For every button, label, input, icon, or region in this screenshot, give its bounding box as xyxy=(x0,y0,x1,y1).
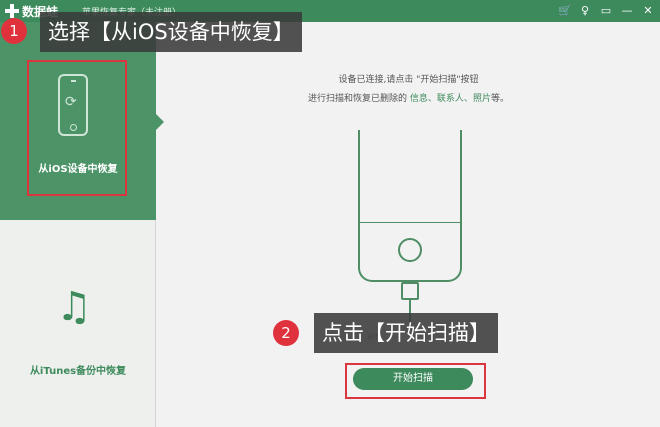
link-photos[interactable]: 照片 xyxy=(473,94,491,104)
music-note-icon: ♫ xyxy=(56,284,92,330)
window-controls: 🛒 ♀ ▭ — ✕ xyxy=(558,4,654,18)
app-logo-icon xyxy=(4,3,20,19)
step-1-callout: 选择【从iOS设备中恢复】 xyxy=(40,12,302,52)
step-2-callout: 点击【开始扫描】 xyxy=(314,313,498,353)
info-text: 进行扫描和恢复已删除的 xyxy=(308,94,410,104)
link-messages[interactable]: 信息、 xyxy=(410,94,437,104)
cart-icon[interactable]: 🛒 xyxy=(558,4,572,18)
close-icon[interactable]: ✕ xyxy=(642,4,654,18)
status-message: 设备已连接,请点击 "开始扫描"按钮 xyxy=(338,75,479,85)
info-message: 进行扫描和恢复已删除的 信息、联系人、照片等。 xyxy=(157,91,660,104)
cable-connector-icon xyxy=(401,282,419,300)
key-icon[interactable]: ♀ xyxy=(579,4,591,18)
app-window: 数据蛙 苹果恢复专家（未注册） 🛒 ♀ ▭ — ✕ ⟳ 从iOS设备中恢复 ♫ … xyxy=(0,0,660,427)
highlight-box-scan-button xyxy=(345,363,486,399)
info-text-suffix: 等。 xyxy=(490,94,509,104)
step-2-badge: 2 xyxy=(273,320,299,346)
minimize-icon[interactable]: — xyxy=(621,4,633,18)
home-button-icon xyxy=(398,238,422,262)
highlight-box-ios-recovery xyxy=(27,60,127,196)
device-illustration xyxy=(358,130,462,282)
chat-icon[interactable]: ▭ xyxy=(600,4,612,18)
sidebar-item-itunes-recovery[interactable]: ♫ 从iTunes备份中恢复 xyxy=(0,220,156,427)
step-1-badge: 1 xyxy=(1,18,27,44)
link-contacts[interactable]: 联系人、 xyxy=(437,94,473,104)
sidebar-item-label: 从iTunes备份中恢复 xyxy=(29,366,127,377)
